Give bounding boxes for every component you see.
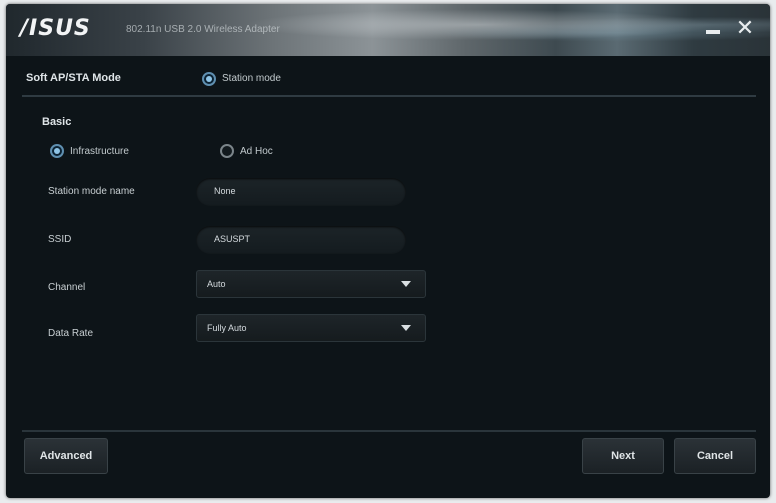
next-button[interactable]: Next — [582, 438, 664, 474]
basic-section-title: Basic — [42, 116, 72, 128]
mode-label: Soft AP/STA Mode — [26, 72, 121, 84]
cancel-button[interactable]: Cancel — [674, 438, 756, 474]
station-name-label: Station mode name — [48, 186, 135, 197]
chevron-down-icon — [401, 325, 411, 331]
ssid-label: SSID — [48, 234, 72, 245]
advanced-button[interactable]: Advanced — [24, 438, 108, 474]
chevron-down-icon — [401, 281, 411, 287]
data-rate-select[interactable]: Fully Auto — [196, 314, 426, 342]
channel-label: Channel — [48, 282, 86, 293]
channel-select[interactable]: Auto — [196, 270, 426, 298]
asus-logo: /ISUS — [20, 16, 91, 41]
ad-hoc-label[interactable]: Ad Hoc — [240, 146, 273, 157]
channel-value: Auto — [207, 279, 226, 289]
title-bar[interactable]: /ISUS 802.11n USB 2.0 Wireless Adapter ✕ — [6, 4, 770, 56]
adapter-window: /ISUS 802.11n USB 2.0 Wireless Adapter ✕… — [6, 4, 770, 498]
ssid-value: ASUSPT — [214, 234, 251, 244]
footer-divider — [22, 430, 756, 432]
ad-hoc-radio[interactable] — [220, 144, 234, 158]
window-title: 802.11n USB 2.0 Wireless Adapter — [126, 24, 280, 35]
infrastructure-label[interactable]: Infrastructure — [70, 146, 129, 157]
station-mode-label[interactable]: Station mode — [222, 73, 281, 84]
mode-bar: Soft AP/STA Mode Station mode — [18, 64, 758, 94]
minimize-icon[interactable] — [702, 18, 724, 40]
infrastructure-radio[interactable] — [50, 144, 64, 158]
data-rate-value: Fully Auto — [207, 323, 247, 333]
close-icon[interactable]: ✕ — [734, 18, 756, 40]
station-name-field[interactable]: None — [196, 178, 406, 206]
header-divider — [22, 95, 756, 97]
station-name-value: None — [214, 186, 236, 196]
data-rate-label: Data Rate — [48, 328, 94, 339]
station-mode-radio[interactable] — [202, 72, 216, 86]
ssid-field[interactable]: ASUSPT — [196, 226, 406, 254]
